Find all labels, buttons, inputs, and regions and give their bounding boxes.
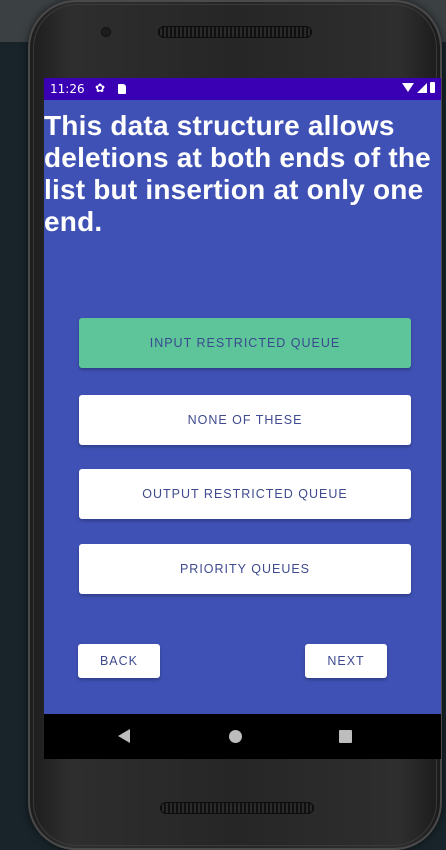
wifi-icon [402,83,414,92]
back-button[interactable]: BACK [78,644,160,678]
next-button[interactable]: NEXT [305,644,387,678]
back-triangle-icon[interactable] [118,729,130,743]
earpiece-speaker [158,26,312,38]
system-navigation-bar [44,714,441,759]
front-camera [101,27,111,37]
cell-signal-icon [417,82,427,93]
question-text: This data structure allows deletions at … [44,110,431,237]
sd-card-icon [118,84,126,94]
home-circle-icon[interactable] [229,730,242,743]
app-screen: 11:26 ✿ This data structure allows delet… [44,78,441,759]
option-priority-queues[interactable]: PRIORITY QUEUES [79,544,411,594]
status-time: 11:26 [50,82,85,96]
option-output-restricted-queue[interactable]: OUTPUT RESTRICTED QUEUE [79,469,411,519]
bottom-speaker [160,802,314,814]
status-bar: 11:26 ✿ [44,78,441,100]
status-indicators [402,82,435,93]
settings-gear-icon: ✿ [95,81,106,95]
option-none-of-these[interactable]: NONE OF THESE [79,395,411,445]
option-input-restricted-queue[interactable]: INPUT RESTRICTED QUEUE [79,318,411,368]
battery-icon [430,82,435,93]
recents-square-icon[interactable] [339,730,352,743]
